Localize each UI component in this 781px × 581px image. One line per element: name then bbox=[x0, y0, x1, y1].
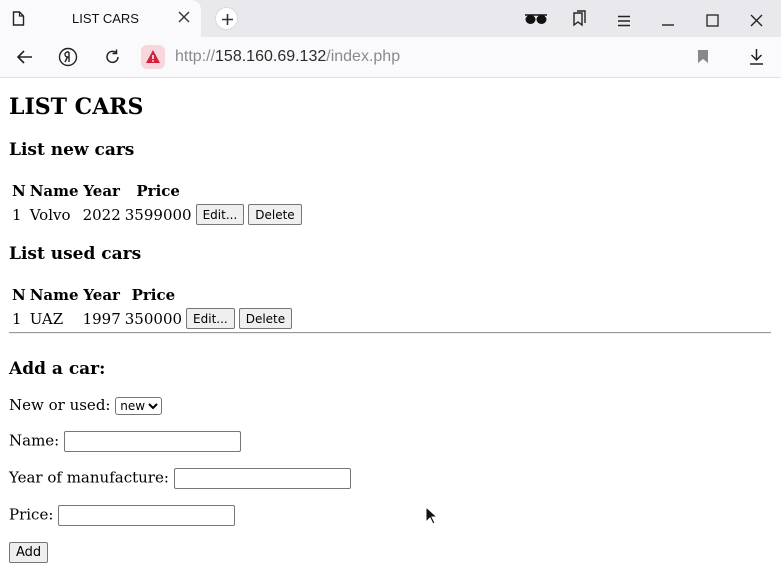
address-bar: http://158.160.69.132/index.php bbox=[0, 37, 781, 78]
edit-button[interactable]: Edit... bbox=[186, 308, 235, 329]
name-input[interactable] bbox=[64, 431, 242, 452]
column-header: N bbox=[12, 182, 26, 200]
page-title: LIST CARS bbox=[9, 94, 144, 120]
column-header: Price bbox=[136, 182, 180, 200]
incognito-glasses-icon[interactable] bbox=[524, 11, 548, 30]
year-input[interactable] bbox=[173, 468, 351, 489]
page-content: LIST CARS List new cars N Name Year Pric… bbox=[0, 78, 781, 581]
column-header: N bbox=[12, 286, 26, 304]
delete-button[interactable]: Delete bbox=[248, 204, 302, 225]
cell-name: Volvo bbox=[29, 205, 71, 224]
menu-icon[interactable] bbox=[617, 12, 631, 31]
collections-icon[interactable] bbox=[572, 10, 588, 31]
column-header: Year bbox=[83, 182, 120, 200]
submit-row: Add bbox=[9, 542, 49, 563]
tab-bar: LIST CARS bbox=[0, 0, 781, 37]
cell-year: 1997 bbox=[82, 309, 121, 328]
new-tab-button[interactable] bbox=[215, 7, 238, 30]
price-input[interactable] bbox=[58, 505, 236, 526]
minimize-icon[interactable] bbox=[661, 12, 675, 31]
url-path: /index.php bbox=[326, 48, 401, 65]
reload-icon[interactable] bbox=[104, 48, 121, 69]
url-scheme: http:// bbox=[175, 48, 216, 65]
column-header: Name bbox=[29, 286, 79, 304]
bookmark-icon[interactable] bbox=[697, 49, 709, 68]
price-row: Price: bbox=[9, 505, 236, 526]
document-icon bbox=[12, 11, 25, 29]
used-cars-table: N Name Year Price 1 UAZ 1997 350000 Edit… bbox=[9, 283, 295, 332]
name-row: Name: bbox=[9, 431, 242, 452]
cell-n: 1 bbox=[12, 205, 22, 224]
cell-name: UAZ bbox=[29, 309, 64, 328]
divider bbox=[9, 332, 771, 334]
column-header: Year bbox=[83, 286, 120, 304]
edit-button[interactable]: Edit... bbox=[195, 204, 245, 225]
type-label: New or used: bbox=[9, 396, 111, 414]
table-header-row: N Name Year Price bbox=[11, 285, 293, 305]
year-row: Year of manufacture: bbox=[9, 468, 351, 489]
add-button[interactable]: Add bbox=[9, 542, 49, 563]
table-row: 1 Volvo 2022 3599000 Edit... Delete bbox=[11, 203, 303, 226]
delete-button[interactable]: Delete bbox=[238, 308, 293, 329]
year-label: Year of manufacture: bbox=[9, 468, 169, 487]
new-cars-heading: List new cars bbox=[9, 140, 135, 160]
type-select[interactable]: new bbox=[115, 397, 163, 415]
url-host: 158.160.69.132 bbox=[215, 48, 327, 65]
tab-title: LIST CARS bbox=[72, 11, 139, 26]
column-header: Name bbox=[29, 182, 79, 200]
name-label: Name: bbox=[9, 431, 60, 450]
type-row: New or used: new bbox=[9, 396, 163, 415]
table-row: 1 UAZ 1997 350000 Edit... Delete bbox=[11, 307, 293, 330]
insecure-connection-icon[interactable] bbox=[141, 45, 165, 69]
cell-n: 1 bbox=[12, 309, 22, 328]
url-text[interactable]: http://158.160.69.132/index.php bbox=[175, 48, 400, 66]
mouse-cursor-icon bbox=[425, 505, 439, 529]
close-tab-icon[interactable] bbox=[178, 11, 190, 26]
download-icon[interactable] bbox=[749, 48, 764, 69]
cell-price: 3599000 bbox=[124, 205, 192, 224]
tab-list-cars[interactable]: LIST CARS bbox=[0, 0, 201, 37]
add-car-heading: Add a car: bbox=[9, 359, 106, 379]
table-header-row: N Name Year Price bbox=[11, 181, 303, 201]
used-cars-heading: List used cars bbox=[9, 244, 142, 264]
new-cars-table: N Name Year Price 1 Volvo 2022 3599000 E… bbox=[9, 179, 305, 228]
cell-year: 2022 bbox=[82, 205, 121, 224]
close-window-icon[interactable] bbox=[750, 12, 763, 31]
plus-icon bbox=[222, 14, 233, 25]
column-header: Price bbox=[131, 286, 176, 304]
price-label: Price: bbox=[9, 505, 54, 524]
maximize-icon[interactable] bbox=[706, 12, 719, 31]
yandex-logo-icon[interactable] bbox=[58, 47, 78, 71]
back-arrow-icon[interactable] bbox=[16, 49, 33, 69]
cell-price: 350000 bbox=[124, 309, 183, 328]
